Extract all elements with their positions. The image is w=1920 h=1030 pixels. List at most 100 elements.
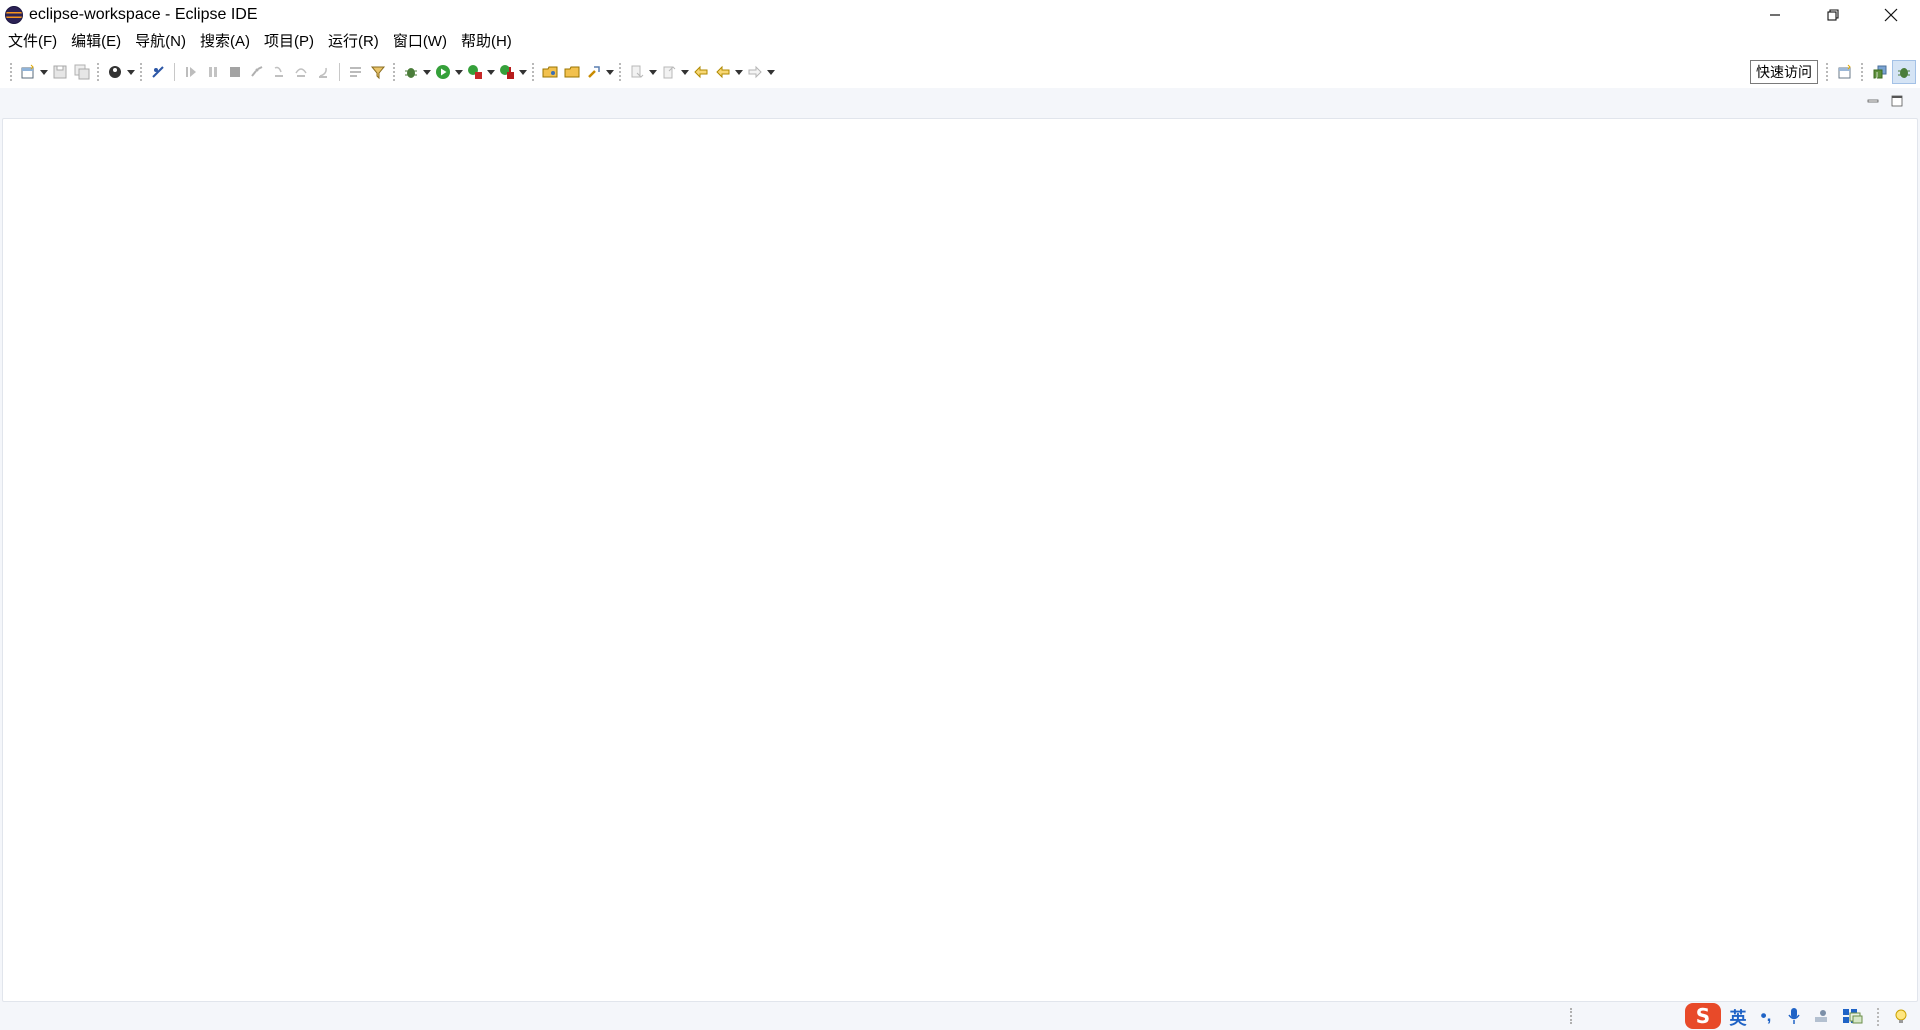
previous-annotation-button[interactable]: [658, 61, 680, 83]
debug-dropdown[interactable]: [422, 61, 432, 83]
ime-punctuation-toggle[interactable]: •,: [1755, 1006, 1777, 1026]
use-step-filters-button[interactable]: [367, 61, 389, 83]
toolbar-grip[interactable]: [393, 63, 396, 81]
resume-button[interactable]: [180, 61, 202, 83]
quick-access-field[interactable]: 快速访问: [1750, 60, 1818, 84]
forward-button[interactable]: [744, 61, 766, 83]
coverage-icon: [468, 65, 482, 79]
menu-window[interactable]: 窗口(W): [387, 30, 453, 54]
terminate-button[interactable]: [224, 61, 246, 83]
save-all-button[interactable]: [71, 61, 93, 83]
status-grip[interactable]: [1570, 1008, 1572, 1024]
main-toolbar: 快速访问 J: [0, 56, 1920, 88]
keyboard-user-icon[interactable]: [1811, 1005, 1833, 1027]
next-annotation-button[interactable]: [626, 61, 648, 83]
previous-annotation-dropdown[interactable]: [680, 61, 690, 83]
maximize-view-button[interactable]: [1890, 94, 1904, 108]
back-button[interactable]: [712, 61, 734, 83]
save-all-icon: [74, 64, 90, 80]
editor-body[interactable]: [2, 118, 1918, 1002]
run-button[interactable]: [432, 61, 454, 83]
open-task-button[interactable]: [561, 61, 583, 83]
step-over-button[interactable]: [290, 61, 312, 83]
svg-text:J: J: [1875, 71, 1878, 79]
toolbar-grip[interactable]: [140, 63, 143, 81]
window-controls: [1746, 0, 1920, 30]
search-icon: [588, 66, 600, 78]
profile-button[interactable]: [104, 61, 126, 83]
toolbar-grip[interactable]: [1826, 63, 1829, 81]
profile-icon: [109, 66, 121, 78]
drop-to-frame-button[interactable]: [345, 61, 367, 83]
new-dropdown[interactable]: [39, 61, 49, 83]
suspend-button[interactable]: [202, 61, 224, 83]
restore-button[interactable]: [1804, 0, 1862, 30]
coverage-dropdown[interactable]: [486, 61, 496, 83]
menu-run[interactable]: 运行(R): [322, 30, 385, 54]
disconnect-button[interactable]: [246, 61, 268, 83]
tip-lightbulb-icon[interactable]: [1890, 1006, 1912, 1028]
menu-search[interactable]: 搜索(A): [194, 30, 256, 54]
debug-icon: [405, 68, 417, 78]
external-tools-button[interactable]: [496, 61, 518, 83]
new-button[interactable]: [17, 61, 39, 83]
menu-help[interactable]: 帮助(H): [455, 30, 518, 54]
skip-breakpoints-icon: [152, 66, 164, 78]
profile-dropdown[interactable]: [126, 61, 136, 83]
status-grip[interactable]: [1877, 1008, 1880, 1026]
next-annotation-dropdown[interactable]: [648, 61, 658, 83]
editor-area: [0, 88, 1920, 1002]
step-return-button[interactable]: [312, 61, 334, 83]
minimize-view-button[interactable]: [1866, 94, 1880, 108]
open-perspective-button[interactable]: [1833, 60, 1857, 84]
toolbar-grip[interactable]: [532, 63, 535, 81]
debug-perspective-button[interactable]: [1892, 60, 1916, 84]
minimize-button[interactable]: [1746, 0, 1804, 30]
search-dropdown[interactable]: [605, 61, 615, 83]
forward-icon: [748, 65, 762, 79]
back-dropdown[interactable]: [734, 61, 744, 83]
editor-controls: [1866, 94, 1904, 108]
open-type-button[interactable]: [539, 61, 561, 83]
menu-navigate[interactable]: 导航(N): [129, 30, 192, 54]
minimize-view-icon: [1867, 99, 1879, 103]
editor-header: [2, 88, 1918, 118]
close-button[interactable]: [1862, 0, 1920, 30]
run-dropdown[interactable]: [454, 61, 464, 83]
last-edit-location-button[interactable]: [690, 61, 712, 83]
previous-annotation-icon: [663, 66, 676, 79]
status-right: [1845, 1006, 1912, 1028]
coverage-button[interactable]: [464, 61, 486, 83]
step-return-icon: [319, 67, 327, 78]
forward-dropdown[interactable]: [766, 61, 776, 83]
back-icon: [716, 65, 730, 79]
skip-breakpoints-button[interactable]: [147, 61, 169, 83]
search-button[interactable]: [583, 61, 605, 83]
toolbar-grip[interactable]: [1861, 63, 1864, 81]
toolbar-separator: [174, 63, 175, 81]
disconnect-icon: [251, 66, 263, 77]
save-button[interactable]: [49, 61, 71, 83]
step-into-button[interactable]: [268, 61, 290, 83]
java-perspective-button[interactable]: J: [1868, 60, 1892, 84]
maximize-view-icon: [1891, 95, 1903, 107]
progress-icon[interactable]: [1845, 1006, 1867, 1028]
java-perspective-icon: J: [1873, 65, 1887, 79]
toolbar-grip[interactable]: [97, 63, 100, 81]
debug-button[interactable]: [400, 61, 422, 83]
debug-perspective-icon: [1898, 68, 1910, 78]
menu-edit[interactable]: 编辑(E): [65, 30, 127, 54]
toolbar-grip[interactable]: [10, 63, 13, 81]
microphone-icon[interactable]: [1783, 1005, 1805, 1027]
menu-file[interactable]: 文件(F): [2, 30, 63, 54]
ime-language-toggle[interactable]: 英: [1727, 1004, 1749, 1029]
next-annotation-icon: [631, 65, 644, 78]
external-tools-dropdown[interactable]: [518, 61, 528, 83]
toolbar-grip[interactable]: [619, 63, 622, 81]
ime-logo-icon[interactable]: S: [1685, 1003, 1721, 1029]
perspective-switcher: J: [1822, 60, 1916, 84]
new-icon: [21, 64, 34, 79]
resume-icon: [186, 67, 196, 77]
menu-project[interactable]: 项目(P): [258, 30, 320, 54]
title-bar: eclipse-workspace - Eclipse IDE: [0, 0, 1920, 30]
